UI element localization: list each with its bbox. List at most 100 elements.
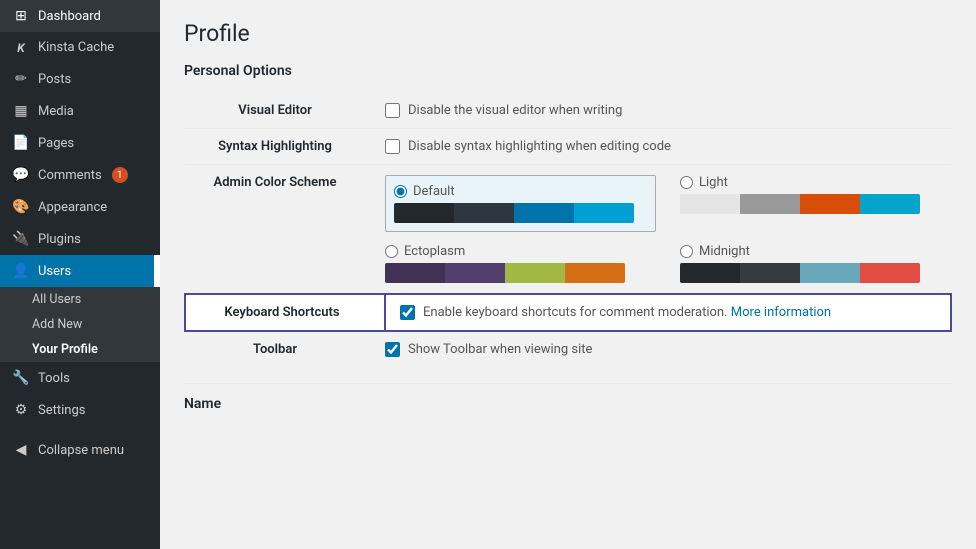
sidebar-item-media[interactable]: ▦ Media	[0, 95, 160, 127]
color-scheme-ectoplasm-radio[interactable]	[385, 245, 398, 258]
sidebar-active-arrow	[154, 255, 160, 287]
sidebar-label-plugins: Plugins	[38, 232, 81, 247]
sidebar-sub-add-new[interactable]: Add New	[0, 312, 160, 337]
admin-color-scheme-row: Admin Color Scheme Default	[185, 165, 951, 295]
color-scheme-midnight-radio[interactable]	[680, 245, 693, 258]
syntax-highlighting-cb-row: Disable syntax highlighting when editing…	[385, 139, 951, 154]
keyboard-shortcuts-row: Keyboard Shortcuts Enable keyboard short…	[185, 294, 951, 331]
sidebar-label-pages: Pages	[38, 136, 74, 151]
cs-light-2	[740, 194, 800, 214]
cs-default-2	[454, 203, 514, 223]
visual-editor-checkbox[interactable]	[385, 103, 400, 118]
color-scheme-grid: Default	[385, 175, 951, 283]
sidebar-sub-your-profile[interactable]: Your Profile	[0, 337, 160, 362]
sidebar-item-pages[interactable]: 📄 Pages	[0, 127, 160, 159]
color-bar-midnight	[680, 263, 920, 283]
cs-light-1	[680, 194, 740, 214]
color-scheme-midnight[interactable]: Midnight	[680, 244, 951, 283]
keyboard-shortcuts-link[interactable]: More information	[731, 305, 831, 320]
sidebar-label-appearance: Appearance	[38, 200, 107, 215]
sidebar-collapse-label: Collapse menu	[38, 443, 124, 458]
main-content: Profile Personal Options Visual Editor D…	[160, 0, 976, 549]
appearance-icon: 🎨	[12, 199, 30, 215]
syntax-highlighting-cb-label: Disable syntax highlighting when editing…	[408, 139, 671, 154]
users-submenu: All Users Add New Your Profile	[0, 287, 160, 362]
color-scheme-midnight-label[interactable]: Midnight	[680, 244, 951, 259]
syntax-highlighting-checkbox[interactable]	[385, 139, 400, 154]
cs-mid-4	[860, 263, 920, 283]
admin-color-scheme-label: Admin Color Scheme	[185, 165, 385, 295]
toolbar-row: Toolbar Show Toolbar when viewing site	[185, 331, 951, 367]
sidebar-item-comments[interactable]: 💬 Comments 1	[0, 159, 160, 191]
keyboard-shortcuts-cb-row: Enable keyboard shortcuts for comment mo…	[400, 305, 936, 320]
keyboard-shortcuts-label: Keyboard Shortcuts	[185, 294, 385, 331]
color-scheme-ectoplasm-label[interactable]: Ectoplasm	[385, 244, 656, 259]
kinsta-icon: K	[12, 41, 30, 55]
syntax-highlighting-row: Syntax Highlighting Disable syntax highl…	[185, 129, 951, 165]
sidebar-item-plugins[interactable]: 🔌 Plugins	[0, 223, 160, 255]
sidebar-label-dashboard: Dashboard	[38, 9, 101, 24]
visual-editor-cb-label: Disable the visual editor when writing	[408, 103, 622, 118]
cs-mid-1	[680, 263, 740, 283]
visual-editor-row: Visual Editor Disable the visual editor …	[185, 93, 951, 129]
profile-form-table: Visual Editor Disable the visual editor …	[184, 93, 952, 367]
cs-default-4	[574, 203, 634, 223]
toolbar-cb-row: Show Toolbar when viewing site	[385, 342, 951, 357]
settings-icon: ⚙	[12, 402, 30, 418]
posts-icon: ✏	[12, 71, 30, 87]
sidebar-item-posts[interactable]: ✏ Posts	[0, 63, 160, 95]
color-scheme-default[interactable]: Default	[385, 175, 656, 232]
cs-mid-3	[800, 263, 860, 283]
toolbar-checkbox[interactable]	[385, 342, 400, 357]
sidebar-label-tools: Tools	[38, 371, 70, 386]
color-scheme-default-radio[interactable]	[394, 185, 407, 198]
sidebar-label-media: Media	[38, 104, 74, 119]
tools-icon: 🔧	[12, 370, 30, 386]
cs-ecto-4	[565, 263, 625, 283]
dashboard-icon: ⊞	[12, 8, 30, 24]
color-scheme-light[interactable]: Light	[680, 175, 951, 232]
sidebar-item-settings[interactable]: ⚙ Settings	[0, 394, 160, 426]
sidebar-item-tools[interactable]: 🔧 Tools	[0, 362, 160, 394]
sidebar-sub-all-users[interactable]: All Users	[0, 287, 160, 312]
cs-ecto-1	[385, 263, 445, 283]
sidebar: ⊞ Dashboard K Kinsta Cache ✏ Posts ▦ Med…	[0, 0, 160, 549]
users-icon: 👤	[12, 263, 30, 279]
cs-light-3	[800, 194, 860, 214]
color-bar-light	[680, 194, 920, 214]
comments-badge: 1	[112, 167, 128, 183]
sidebar-label-posts: Posts	[38, 72, 71, 87]
color-bar-ectoplasm	[385, 263, 625, 283]
color-scheme-light-radio[interactable]	[680, 176, 693, 189]
toolbar-label: Toolbar	[185, 331, 385, 367]
cs-light-4	[860, 194, 920, 214]
media-icon: ▦	[12, 103, 30, 119]
comments-icon: 💬	[12, 167, 30, 183]
cs-ecto-3	[505, 263, 565, 283]
cs-mid-2	[740, 263, 800, 283]
color-scheme-ectoplasm[interactable]: Ectoplasm	[385, 244, 656, 283]
cs-ecto-2	[445, 263, 505, 283]
color-scheme-default-label[interactable]: Default	[394, 184, 647, 199]
sidebar-item-users[interactable]: 👤 Users	[0, 255, 160, 287]
name-section-heading: Name	[184, 383, 952, 412]
sidebar-collapse[interactable]: ◀ Collapse menu	[0, 434, 160, 466]
sidebar-label-kinsta: Kinsta Cache	[38, 40, 114, 55]
sidebar-label-settings: Settings	[38, 403, 85, 418]
collapse-icon: ◀	[12, 442, 30, 458]
sidebar-label-users: Users	[38, 264, 71, 279]
sidebar-item-kinsta[interactable]: K Kinsta Cache	[0, 32, 160, 63]
plugins-icon: 🔌	[12, 231, 30, 247]
keyboard-shortcuts-checkbox[interactable]	[400, 305, 415, 320]
color-bar-default	[394, 203, 634, 223]
sidebar-item-appearance[interactable]: 🎨 Appearance	[0, 191, 160, 223]
color-scheme-light-label[interactable]: Light	[680, 175, 951, 190]
visual-editor-label: Visual Editor	[185, 93, 385, 129]
cs-default-1	[394, 203, 454, 223]
cs-default-3	[514, 203, 574, 223]
toolbar-cb-label: Show Toolbar when viewing site	[408, 342, 592, 357]
personal-options-heading: Personal Options	[184, 63, 952, 79]
sidebar-item-dashboard[interactable]: ⊞ Dashboard	[0, 0, 160, 32]
sidebar-label-comments: Comments	[38, 168, 102, 183]
pages-icon: 📄	[12, 135, 30, 151]
